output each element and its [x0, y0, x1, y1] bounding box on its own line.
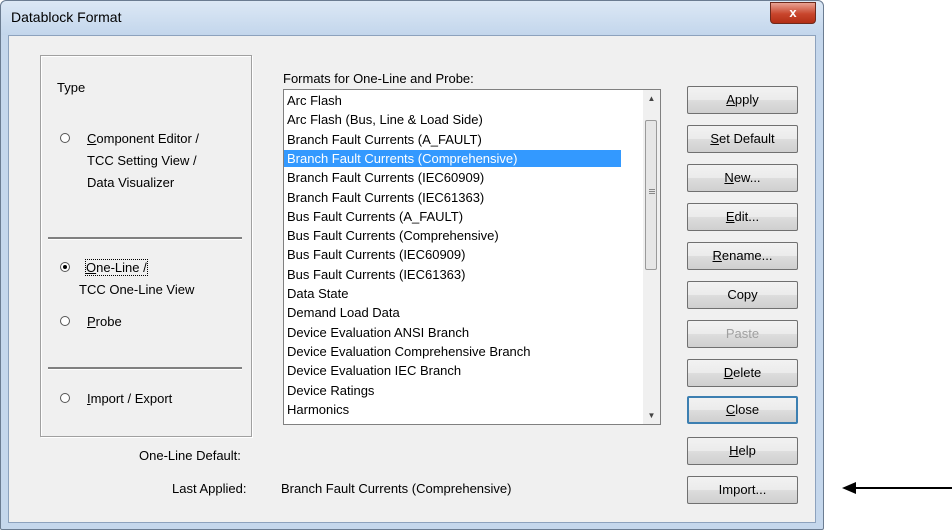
radio-component-editor-label-line2[interactable]: TCC Setting View /	[87, 153, 197, 168]
type-separator	[48, 367, 242, 370]
list-item[interactable]: Device Ratings	[284, 382, 621, 399]
apply-button-label: pply	[734, 92, 759, 107]
radio-component-editor-label-line3[interactable]: Data Visualizer	[87, 175, 174, 190]
list-item[interactable]: Harmonics	[284, 401, 621, 418]
radio-button-icon[interactable]	[60, 316, 70, 326]
help-button[interactable]: Help	[687, 437, 798, 465]
rename-button[interactable]: Rename...	[687, 242, 798, 270]
list-item[interactable]: Device Evaluation ANSI Branch	[284, 324, 621, 341]
new-button-label: ew...	[733, 170, 761, 185]
radio-one-line-label-line1[interactable]: One-Line /	[85, 259, 148, 276]
scrollbar-thumb[interactable]	[645, 120, 657, 270]
radio-component-editor[interactable]	[60, 130, 78, 143]
radio-selected-icon[interactable]	[60, 262, 70, 272]
list-item[interactable]: Arc Flash	[284, 92, 621, 109]
scroll-down-arrow-icon[interactable]: ▼	[643, 407, 660, 424]
help-button-label: elp	[738, 443, 756, 458]
list-item[interactable]: Branch Fault Currents (IEC61363)	[284, 189, 621, 206]
set-default-button-label: et Default	[719, 131, 775, 146]
list-item[interactable]: Branch Fault Currents (A_FAULT)	[284, 131, 621, 148]
radio-probe-label[interactable]: Probe	[87, 314, 122, 329]
radio-import-export[interactable]	[60, 390, 78, 403]
delete-button[interactable]: Delete	[687, 359, 798, 387]
paste-button[interactable]: Paste	[687, 320, 798, 348]
scroll-up-arrow-icon[interactable]: ▲	[643, 90, 660, 107]
radio-component-editor-label-line1[interactable]: Component Editor /	[87, 131, 199, 146]
formats-label: Formats for One-Line and Probe:	[283, 71, 474, 86]
edit-button[interactable]: Edit...	[687, 203, 798, 231]
listbox-scrollbar[interactable]: ▲ ▼	[643, 90, 660, 424]
title-bar[interactable]: Datablock Format x	[1, 1, 823, 35]
list-item[interactable]: Device Evaluation Comprehensive Branch	[284, 343, 621, 360]
radio-button-icon[interactable]	[60, 393, 70, 403]
type-groupbox	[40, 55, 252, 437]
list-item[interactable]: Bus Fault Currents (Comprehensive)	[284, 227, 621, 244]
list-item[interactable]: Device Evaluation IEC Branch	[284, 362, 621, 379]
formats-listbox[interactable]: Arc Flash Arc Flash (Bus, Line & Load Sid…	[283, 89, 661, 425]
radio-one-line-label-line2[interactable]: TCC One-Line View	[79, 282, 194, 297]
list-item[interactable]: Bus Fault Currents (IEC61363)	[284, 266, 621, 283]
list-item[interactable]: Arc Flash (Bus, Line & Load Side)	[284, 111, 621, 128]
radio-button-icon[interactable]	[60, 133, 70, 143]
left-arrow-icon	[842, 482, 952, 494]
type-group-label: Type	[54, 80, 89, 95]
radio-label-text: robe	[95, 314, 122, 329]
list-item[interactable]: Bus Fault Currents (IEC60909)	[284, 246, 621, 263]
type-separator	[48, 237, 242, 240]
last-applied-label: Last Applied:	[172, 481, 247, 496]
list-item[interactable]: Branch Fault Currents (IEC60909)	[284, 169, 621, 186]
set-default-button[interactable]: Set Default	[687, 125, 798, 153]
new-button[interactable]: New...	[687, 164, 798, 192]
list-item[interactable]: Bus Fault Currents (A_FAULT)	[284, 208, 621, 225]
radio-label-text: omponent Editor /	[96, 131, 200, 146]
list-item[interactable]: Demand Load Data	[284, 304, 621, 321]
grip-icon	[649, 189, 655, 190]
radio-label-text: ne-Line /	[96, 260, 147, 275]
close-button-label: lose	[735, 402, 760, 417]
close-icon[interactable]: x	[770, 2, 816, 24]
one-line-default-label: One-Line Default:	[139, 448, 241, 463]
copy-button[interactable]: Copy	[687, 281, 798, 309]
list-item[interactable]: Data State	[284, 285, 621, 302]
delete-button-label: elete	[733, 365, 762, 380]
list-item[interactable]: Branch Fault Currents (Comprehensive)	[284, 149, 621, 167]
radio-probe[interactable]	[60, 313, 78, 326]
window-title: Datablock Format	[11, 9, 122, 25]
apply-button[interactable]: Apply	[687, 86, 798, 114]
radio-import-export-label[interactable]: Import / Export	[87, 391, 172, 406]
rename-button-label: ename...	[721, 248, 773, 263]
edit-button-label: dit...	[734, 209, 760, 224]
radio-label-text: mport / Export	[90, 391, 173, 406]
close-button[interactable]: Close	[687, 396, 798, 424]
radio-one-line[interactable]	[60, 259, 78, 272]
import-button[interactable]: Import...	[687, 476, 798, 504]
last-applied-value: Branch Fault Currents (Comprehensive)	[281, 481, 512, 496]
